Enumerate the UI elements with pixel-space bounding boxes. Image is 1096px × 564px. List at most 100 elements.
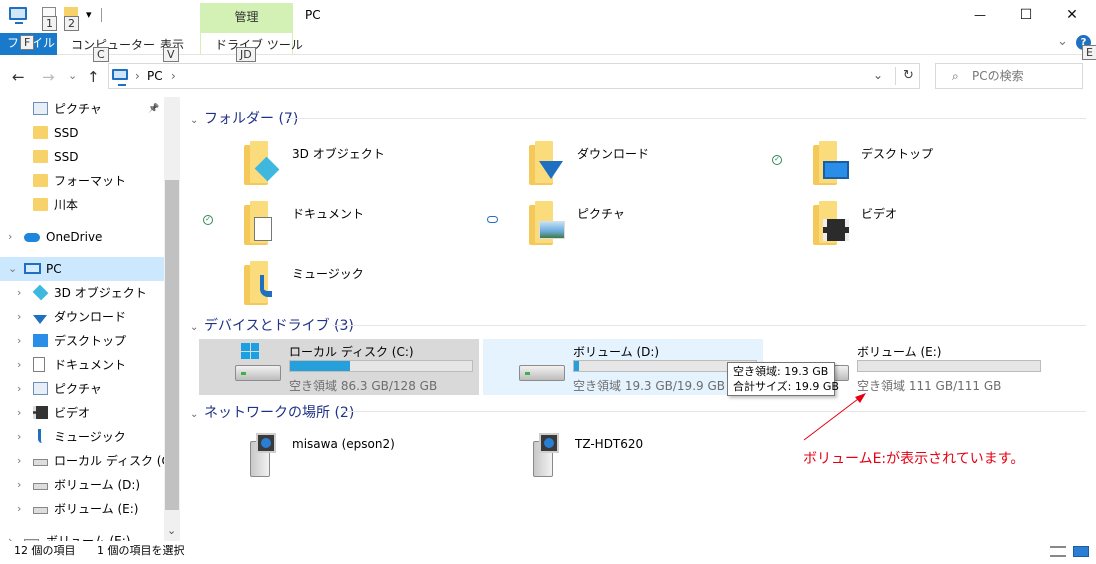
folder-desktop[interactable]: デスクトップ bbox=[813, 141, 1073, 193]
group-header-devices[interactable]: ⌄ デバイスとドライブ (3) bbox=[190, 315, 354, 335]
close-button[interactable]: ✕ bbox=[1049, 0, 1095, 30]
nav-item-kawamoto[interactable]: 川本 bbox=[0, 193, 164, 217]
folder-3d-objects[interactable]: 3D オブジェクト bbox=[244, 141, 504, 193]
nav-item-volume-e-removable[interactable]: › ボリューム (E:) bbox=[0, 529, 164, 541]
folder-documents[interactable]: ドキュメント bbox=[244, 201, 504, 253]
search-input[interactable]: ⌕ PCの検索 bbox=[935, 63, 1083, 89]
back-button[interactable]: ← bbox=[12, 68, 25, 86]
chevron-right-icon[interactable]: › bbox=[8, 529, 12, 541]
chevron-right-icon[interactable]: › bbox=[17, 449, 21, 473]
drive-icon bbox=[33, 483, 48, 490]
chevron-down-icon: ⌄ bbox=[190, 322, 199, 333]
nav-item-pc[interactable]: ⌄ PC bbox=[0, 257, 164, 281]
onedrive-icon bbox=[24, 233, 40, 242]
chevron-right-icon[interactable]: › bbox=[17, 329, 21, 353]
desktop-folder-icon bbox=[813, 141, 853, 185]
large-icons-view-icon[interactable] bbox=[1073, 546, 1089, 557]
nav-item-format[interactable]: フォーマット bbox=[0, 169, 164, 193]
scroll-down-icon[interactable]: ⌄ bbox=[167, 524, 176, 537]
forward-button[interactable]: → bbox=[42, 68, 55, 86]
nav-item-ssd[interactable]: SSD bbox=[0, 145, 164, 169]
search-placeholder: PCの検索 bbox=[972, 69, 1024, 83]
chevron-right-icon[interactable]: › bbox=[17, 497, 21, 521]
network-misawa-epson2[interactable]: misawa (epson2) bbox=[244, 433, 524, 483]
tooltip-line: 空き領域: 19.3 GB bbox=[733, 365, 829, 378]
keytip-qat-1: 1 bbox=[42, 16, 57, 31]
chevron-right-icon[interactable]: › bbox=[8, 225, 12, 249]
nav-item-videos[interactable]: › ビデオ bbox=[0, 401, 164, 425]
folder-name: ピクチャ bbox=[577, 207, 625, 221]
sync-status-icon: ✓ bbox=[203, 215, 213, 225]
folder-name: ダウンロード bbox=[577, 147, 650, 161]
nav-item-desktop[interactable]: › デスクトップ bbox=[0, 329, 164, 353]
network-name: misawa (epson2) bbox=[292, 437, 395, 451]
folder-name: ビデオ bbox=[861, 207, 898, 221]
downloads-icon bbox=[33, 315, 47, 324]
address-bar[interactable]: › PC › ⌄ ↻ bbox=[108, 63, 920, 89]
maximize-button[interactable]: ☐ bbox=[1003, 0, 1049, 30]
drive-volume-d[interactable]: ボリューム (D:) 空き領域 19.3 GB/19.9 GB bbox=[483, 339, 763, 395]
nav-label: ピクチャ bbox=[54, 102, 102, 116]
breadcrumb-pc[interactable]: PC bbox=[147, 69, 163, 83]
network-tz-hdt620[interactable]: TZ-HDT620 bbox=[527, 433, 807, 483]
chevron-right-icon[interactable]: › bbox=[17, 401, 21, 425]
drive-usage-bar bbox=[289, 360, 473, 372]
nav-item-downloads[interactable]: › ダウンロード bbox=[0, 305, 164, 329]
chevron-right-icon[interactable]: › bbox=[17, 377, 21, 401]
chevron-right-icon[interactable]: › bbox=[17, 353, 21, 377]
nav-scrollbar-thumb[interactable] bbox=[165, 180, 179, 510]
minimize-button[interactable]: — bbox=[957, 0, 1003, 30]
folder-music[interactable]: ミュージック bbox=[244, 261, 504, 313]
nav-label: ビデオ bbox=[54, 406, 91, 420]
nav-item-pictures[interactable]: › ピクチャ bbox=[0, 377, 164, 401]
address-dropdown-button[interactable]: ⌄ bbox=[873, 68, 883, 82]
folder-downloads[interactable]: ダウンロード bbox=[529, 141, 789, 193]
pin-icon[interactable]: 📌 bbox=[148, 97, 159, 121]
keytip-file: F bbox=[20, 35, 35, 50]
up-button[interactable]: ↑ bbox=[87, 68, 100, 86]
chevron-right-icon[interactable]: › bbox=[17, 305, 21, 329]
chevron-down-icon: ⌄ bbox=[190, 409, 199, 420]
drive-usage-bar bbox=[857, 360, 1041, 372]
breadcrumb-separator[interactable]: › bbox=[171, 69, 176, 83]
nav-label: ローカル ディスク (C:) bbox=[54, 454, 179, 468]
tab-drive-tools[interactable]: ドライブ ツール bbox=[215, 36, 303, 53]
drive-name: ボリューム (E:) bbox=[857, 345, 942, 359]
nav-item-volume-d[interactable]: › ボリューム (D:) bbox=[0, 473, 164, 497]
tab-computer[interactable]: コンピューター bbox=[71, 36, 155, 53]
folder-icon bbox=[33, 174, 48, 187]
nav-item-onedrive[interactable]: › OneDrive bbox=[0, 225, 164, 249]
details-view-icon[interactable] bbox=[1050, 546, 1066, 557]
folder-videos[interactable]: ビデオ bbox=[813, 201, 1073, 253]
drive-local-disk-c[interactable]: ローカル ディスク (C:) 空き領域 86.3 GB/128 GB bbox=[199, 339, 479, 395]
chevron-right-icon[interactable]: › bbox=[17, 473, 21, 497]
ribbon-expand-icon[interactable]: ⌄ bbox=[1057, 34, 1068, 49]
recent-locations-button[interactable]: ⌄ bbox=[68, 69, 77, 82]
nav-label: ミュージック bbox=[54, 430, 126, 444]
chevron-right-icon[interactable]: › bbox=[17, 281, 21, 305]
tab-manage[interactable]: 管理 bbox=[200, 3, 293, 33]
videos-icon bbox=[33, 406, 48, 419]
group-header-folders[interactable]: ⌄ フォルダー (7) bbox=[190, 108, 298, 128]
nav-label: 川本 bbox=[54, 198, 79, 212]
nav-item-volume-e[interactable]: › ボリューム (E:) bbox=[0, 497, 164, 521]
nav-item-local-disk-c[interactable]: › ローカル ディスク (C:) bbox=[0, 449, 179, 473]
nav-item-music[interactable]: › ミュージック bbox=[0, 425, 164, 449]
group-title: デバイスとドライブ (3) bbox=[204, 318, 354, 334]
pc-icon bbox=[9, 7, 27, 24]
nav-item-3d-objects[interactable]: › 3D オブジェクト bbox=[0, 281, 164, 305]
media-server-icon bbox=[244, 433, 278, 479]
chevron-right-icon[interactable]: › bbox=[17, 425, 21, 449]
nav-item-pictures-quick[interactable]: ピクチャ 📌 bbox=[0, 97, 164, 121]
qat-separator bbox=[101, 8, 102, 22]
nav-label: ボリューム (E:) bbox=[46, 534, 131, 541]
chevron-down-icon[interactable]: ⌄ bbox=[8, 257, 17, 281]
folder-pictures[interactable]: ピクチャ bbox=[529, 201, 789, 253]
nav-item-documents[interactable]: › ドキュメント bbox=[0, 353, 164, 377]
nav-item-ssd[interactable]: SSD bbox=[0, 121, 164, 145]
qat-customize-button[interactable]: ▾ bbox=[86, 8, 92, 21]
group-header-network[interactable]: ⌄ ネットワークの場所 (2) bbox=[190, 402, 354, 422]
refresh-button[interactable]: ↻ bbox=[903, 68, 914, 83]
breadcrumb-separator[interactable]: › bbox=[135, 69, 140, 83]
keytip-help: E bbox=[1082, 45, 1096, 60]
